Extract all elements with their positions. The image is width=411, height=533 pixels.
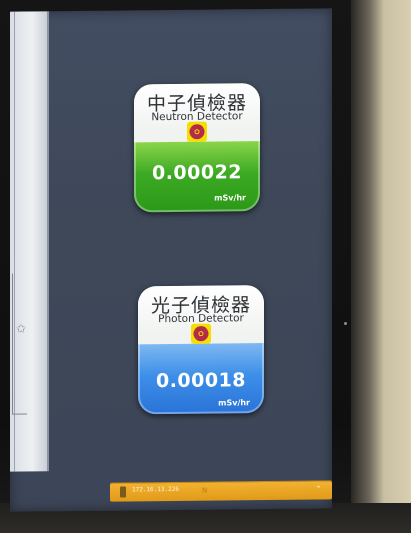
taskbar[interactable]: 172.16.13.226 N ⌃ — [110, 481, 332, 502]
taskbar-address[interactable]: 172.16.13.226 — [132, 486, 179, 493]
side-panel-bracket — [12, 273, 27, 415]
dose-rate-unit: mSv/hr — [218, 398, 250, 408]
monitor-indicator — [344, 322, 347, 325]
dose-rate-value: 0.00018 — [155, 369, 247, 393]
neutron-detector-widget[interactable]: 中子偵檢器 Neutron Detector 0.00022 mSv/hr — [134, 83, 260, 213]
dose-rate-value: 0.00022 — [151, 161, 243, 185]
side-panel: ✩ — [10, 11, 49, 472]
taskbar-marker: N — [202, 486, 208, 495]
radiation-icon — [187, 121, 207, 142]
chevron-up-icon[interactable]: ⌃ — [315, 484, 322, 493]
taskbar-app-icon[interactable] — [120, 486, 126, 498]
photon-detector-widget[interactable]: 光子偵檢器 Photon Detector 0.00018 mSv/hr — [138, 285, 264, 415]
dose-rate-unit: mSv/hr — [214, 193, 246, 203]
display-screen: ✩ 中子偵檢器 Neutron Detector 0.00022 mSv/hr … — [10, 8, 332, 512]
radiation-icon — [191, 323, 211, 344]
star-icon[interactable]: ✩ — [16, 322, 26, 336]
background-wall — [351, 0, 411, 533]
